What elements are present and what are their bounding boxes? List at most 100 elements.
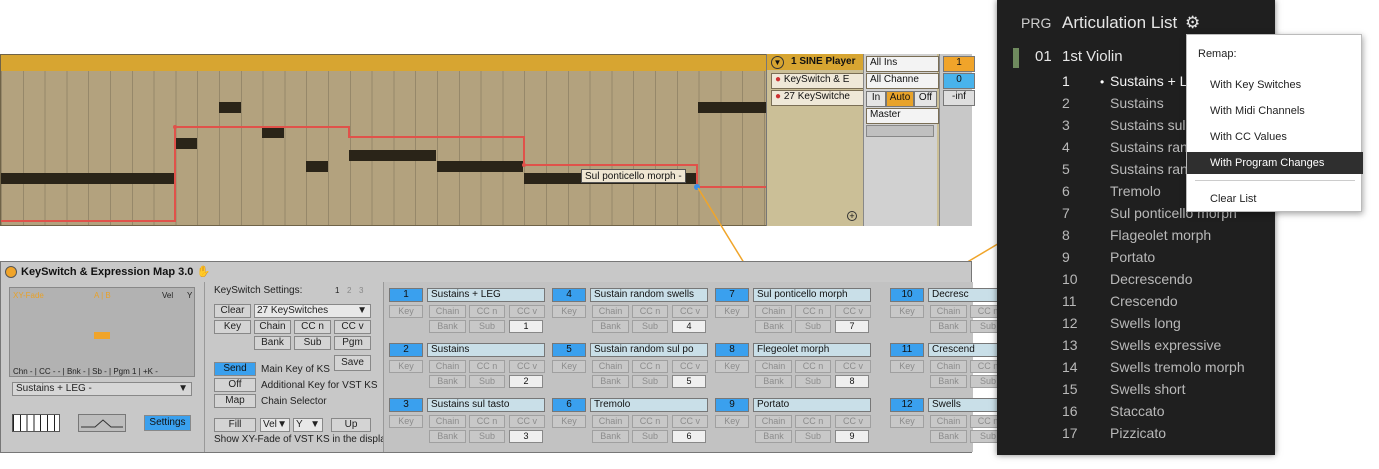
slot-number-button[interactable]: 7 (715, 288, 749, 302)
menu-item-program-changes[interactable]: With Program Changes (1187, 152, 1363, 174)
slot-pgm-value[interactable]: 3 (509, 430, 543, 443)
slot-cc-number-button[interactable]: CC n (632, 360, 668, 373)
slot-number-button[interactable]: 3 (389, 398, 423, 412)
instrument-name[interactable]: 1st Violin (1062, 48, 1123, 65)
slot-cc-number-button[interactable]: CC n (469, 415, 505, 428)
slot-cc-number-button[interactable]: CC n (632, 415, 668, 428)
slot-key-button[interactable]: Key (552, 360, 586, 373)
slot-cc-number-button[interactable]: CC n (795, 360, 831, 373)
slot-bank-button[interactable]: Bank (429, 320, 466, 333)
slot-chain-button[interactable]: Chain (592, 360, 629, 373)
slot-sub-button[interactable]: Sub (469, 375, 505, 388)
slot-name-field[interactable]: Sustain random swells (590, 288, 708, 302)
slot-name-field[interactable]: Portato (753, 398, 871, 412)
slot-chain-button[interactable]: Chain (429, 305, 466, 318)
slot-cc-number-button[interactable]: CC n (632, 305, 668, 318)
slot-number-button[interactable]: 6 (552, 398, 586, 412)
slot-key-button[interactable]: Key (890, 305, 924, 318)
slot-bank-button[interactable]: Bank (930, 375, 967, 388)
slot-pgm-value[interactable]: 6 (672, 430, 706, 443)
slot-cc-number-button[interactable]: CC n (469, 360, 505, 373)
slot-sub-button[interactable]: Sub (469, 430, 505, 443)
slot-bank-button[interactable]: Bank (592, 375, 629, 388)
slot-cc-number-button[interactable]: CC n (795, 415, 831, 428)
slot-sub-button[interactable]: Sub (632, 320, 668, 333)
slot-number-button[interactable]: 5 (552, 343, 586, 357)
slot-pgm-value[interactable]: 4 (672, 320, 706, 333)
slot-number-button[interactable]: 12 (890, 398, 924, 412)
slot-sub-button[interactable]: Sub (795, 430, 831, 443)
slot-key-button[interactable]: Key (715, 305, 749, 318)
slot-number-button[interactable]: 8 (715, 343, 749, 357)
menu-item-cc-values[interactable]: With CC Values (1187, 126, 1363, 148)
slot-key-button[interactable]: Key (890, 360, 924, 373)
slot-key-button[interactable]: Key (389, 360, 423, 373)
slot-chain-button[interactable]: Chain (592, 415, 629, 428)
slot-number-button[interactable]: 4 (552, 288, 586, 302)
slot-number-button[interactable]: 10 (890, 288, 924, 302)
slot-name-field[interactable]: Flegeolet morph (753, 343, 871, 357)
slot-sub-button[interactable]: Sub (632, 375, 668, 388)
slot-name-field[interactable]: Sustain random sul po (590, 343, 708, 357)
slot-bank-button[interactable]: Bank (592, 320, 629, 333)
slot-sub-button[interactable]: Sub (632, 430, 668, 443)
articulation-row[interactable]: 17 Pizzicato (997, 422, 1275, 444)
slot-cc-number-button[interactable]: CC n (469, 305, 505, 318)
slot-bank-button[interactable]: Bank (755, 430, 792, 443)
articulation-row[interactable]: 10 Decrescendo (997, 268, 1275, 290)
slot-chain-button[interactable]: Chain (592, 305, 629, 318)
slot-number-button[interactable]: 2 (389, 343, 423, 357)
slot-chain-button[interactable]: Chain (755, 360, 792, 373)
slot-number-button[interactable]: 11 (890, 343, 924, 357)
slot-bank-button[interactable]: Bank (755, 375, 792, 388)
slot-pgm-value[interactable]: 5 (672, 375, 706, 388)
slot-name-field[interactable]: Sustains + LEG (427, 288, 545, 302)
articulation-row[interactable]: 14 Swells tremolo morph (997, 356, 1275, 378)
slot-sub-button[interactable]: Sub (469, 320, 505, 333)
slot-cc-value-button[interactable]: CC v (509, 360, 545, 373)
slot-key-button[interactable]: Key (715, 415, 749, 428)
slot-name-field[interactable]: Sustains sul tasto (427, 398, 545, 412)
slot-bank-button[interactable]: Bank (755, 320, 792, 333)
slot-chain-button[interactable]: Chain (755, 415, 792, 428)
menu-item-key-switches[interactable]: With Key Switches (1187, 74, 1363, 96)
slot-pgm-value[interactable]: 8 (835, 375, 869, 388)
slot-cc-value-button[interactable]: CC v (835, 305, 871, 318)
slot-name-field[interactable]: Tremolo (590, 398, 708, 412)
articulation-row[interactable]: 11 Crescendo (997, 290, 1275, 312)
articulation-row[interactable]: 16 Staccato (997, 400, 1275, 422)
slot-chain-button[interactable]: Chain (755, 305, 792, 318)
slot-sub-button[interactable]: Sub (795, 375, 831, 388)
slot-number-button[interactable]: 9 (715, 398, 749, 412)
slot-name-field[interactable]: Sul ponticello morph (753, 288, 871, 302)
slot-pgm-value[interactable]: 2 (509, 375, 543, 388)
slot-bank-button[interactable]: Bank (930, 430, 967, 443)
slot-cc-value-button[interactable]: CC v (509, 305, 545, 318)
slot-key-button[interactable]: Key (389, 305, 423, 318)
slot-cc-value-button[interactable]: CC v (672, 360, 708, 373)
slot-chain-button[interactable]: Chain (930, 360, 967, 373)
slot-cc-value-button[interactable]: CC v (672, 305, 708, 318)
slot-chain-button[interactable]: Chain (429, 360, 466, 373)
articulation-row[interactable]: 13 Swells expressive (997, 334, 1275, 356)
articulation-row[interactable]: 9 Portato (997, 246, 1275, 268)
slot-cc-value-button[interactable]: CC v (835, 415, 871, 428)
slot-key-button[interactable]: Key (715, 360, 749, 373)
slot-bank-button[interactable]: Bank (429, 375, 466, 388)
slot-chain-button[interactable]: Chain (930, 305, 967, 318)
slot-cc-value-button[interactable]: CC v (509, 415, 545, 428)
slot-sub-button[interactable]: Sub (795, 320, 831, 333)
slot-pgm-value[interactable]: 9 (835, 430, 869, 443)
slot-cc-value-button[interactable]: CC v (835, 360, 871, 373)
slot-cc-number-button[interactable]: CC n (795, 305, 831, 318)
slot-chain-button[interactable]: Chain (930, 415, 967, 428)
slot-bank-button[interactable]: Bank (592, 430, 629, 443)
slot-bank-button[interactable]: Bank (429, 430, 466, 443)
articulation-row[interactable]: 15 Swells short (997, 378, 1275, 400)
slot-key-button[interactable]: Key (389, 415, 423, 428)
slot-number-button[interactable]: 1 (389, 288, 423, 302)
articulation-row[interactable]: 12 Swells long (997, 312, 1275, 334)
menu-item-midi-channels[interactable]: With Midi Channels (1187, 100, 1363, 122)
slot-bank-button[interactable]: Bank (930, 320, 967, 333)
slot-pgm-value[interactable]: 1 (509, 320, 543, 333)
